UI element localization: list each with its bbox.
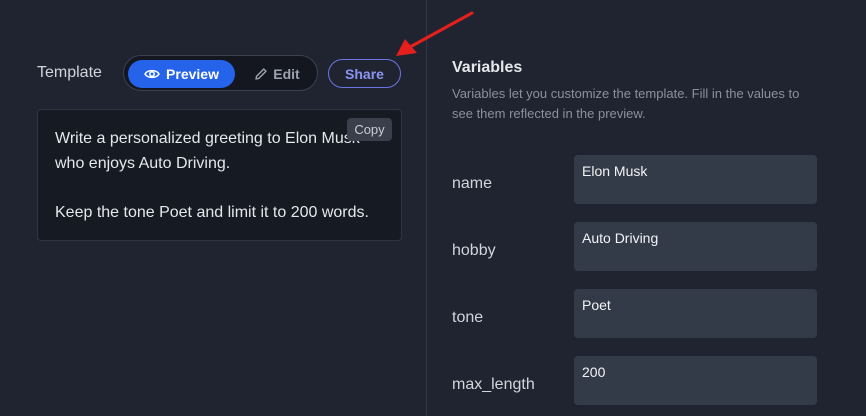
template-pane: Template Preview Edit Share Write a pers… — [0, 0, 426, 416]
variable-input-max-length[interactable]: 200 — [574, 356, 817, 405]
variable-label-name: name — [452, 175, 493, 192]
template-text-line: who enjoys Auto Driving. — [55, 155, 231, 172]
pencil-icon — [255, 68, 267, 80]
share-button[interactable]: Share — [328, 59, 401, 88]
preview-button[interactable]: Preview — [128, 60, 235, 88]
eye-icon — [144, 69, 160, 79]
variable-label-tone: tone — [452, 309, 484, 326]
view-mode-toggle: Preview Edit — [123, 55, 318, 91]
copy-button[interactable]: Copy — [347, 118, 392, 141]
variable-input-tone[interactable]: Poet — [574, 289, 817, 338]
template-label: Template — [37, 64, 102, 81]
template-text-line: Keep the tone Poet and limit it to 200 w… — [55, 204, 369, 221]
variable-label-max-length: max_length — [452, 376, 535, 393]
edit-button[interactable]: Edit — [242, 60, 312, 88]
variables-title: Variables — [452, 59, 523, 76]
variable-label-hobby: hobby — [452, 242, 496, 259]
variable-input-hobby[interactable]: Auto Driving — [574, 222, 817, 271]
template-text-line: Write a personalized greeting to Elon Mu… — [55, 130, 360, 147]
edit-button-label: Edit — [273, 66, 300, 82]
preview-button-label: Preview — [166, 66, 219, 82]
variable-input-name[interactable]: Elon Musk — [574, 155, 817, 204]
variables-description: Variables let you customize the template… — [452, 86, 800, 121]
variables-pane: Variables Variables let you customize th… — [427, 0, 866, 416]
